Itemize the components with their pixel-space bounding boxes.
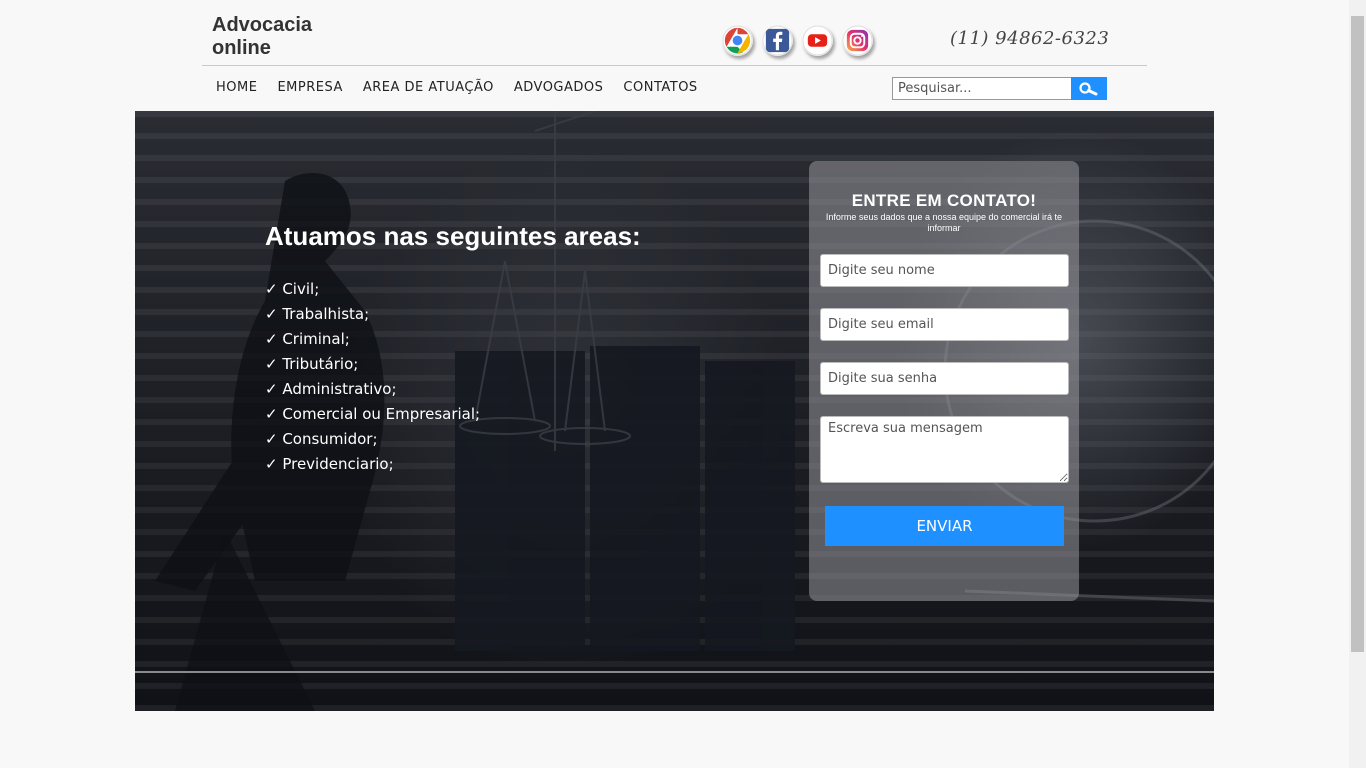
hero-divider xyxy=(135,671,1214,673)
nav-item-home[interactable]: HOME xyxy=(216,80,257,95)
main-nav: HOME EMPRESA AREA DE ATUAÇÃO ADVOGADOS C… xyxy=(216,80,698,95)
list-item: ✓ Comercial ou Empresarial; xyxy=(265,405,481,423)
list-item: ✓ Criminal; xyxy=(265,330,350,348)
send-button[interactable]: ENVIAR xyxy=(825,506,1064,546)
social-links xyxy=(722,25,873,56)
areas-list: ✓ Civil; ✓ Trabalhista; ✓ Criminal; ✓ Tr… xyxy=(265,277,480,477)
scrollbar-thumb[interactable] xyxy=(1351,16,1364,652)
list-item: ✓ Tributário; xyxy=(265,355,359,373)
chrome-icon[interactable] xyxy=(722,25,753,56)
list-item: ✓ Trabalhista; xyxy=(265,305,370,323)
phone-number: (11) 94862-6323 xyxy=(950,28,1110,49)
search-input[interactable] xyxy=(892,77,1072,100)
list-item: ✓ Administrativo; xyxy=(265,380,397,398)
site-header: Advocacia online (11) 94862-6323 xyxy=(202,0,1147,66)
logo-line-2: online xyxy=(212,37,271,59)
nav-item-empresa[interactable]: EMPRESA xyxy=(277,80,342,95)
contact-form-subtitle: Informe seus dados que a nossa equipe do… xyxy=(825,212,1063,233)
list-item: ✓ Consumidor; xyxy=(265,430,378,448)
search-icon xyxy=(1079,81,1098,95)
hero-section: Atuamos nas seguintes areas: ✓ Civil; ✓ … xyxy=(135,111,1214,711)
message-field[interactable] xyxy=(820,416,1069,483)
logo-line-1: Advocacia xyxy=(212,14,313,36)
instagram-icon[interactable] xyxy=(842,25,873,56)
site-logo[interactable]: Advocacia online xyxy=(212,14,312,60)
page-scrollbar[interactable] xyxy=(1349,0,1366,768)
search-button[interactable] xyxy=(1071,77,1107,100)
nav-item-advogados[interactable]: ADVOGADOS xyxy=(514,80,604,95)
nav-item-area-de-atuacao[interactable]: AREA DE ATUAÇÃO xyxy=(363,80,494,95)
nav-item-contatos[interactable]: CONTATOS xyxy=(623,80,697,95)
password-field[interactable] xyxy=(820,362,1069,395)
contact-form-title: ENTRE EM CONTATO! xyxy=(851,191,1037,210)
youtube-icon[interactable] xyxy=(802,25,833,56)
list-item: ✓ Civil; xyxy=(265,280,320,298)
email-field[interactable] xyxy=(820,308,1069,341)
name-field[interactable] xyxy=(820,254,1069,287)
facebook-icon[interactable] xyxy=(762,25,793,56)
contact-form: ENTRE EM CONTATO! Informe seus dados que… xyxy=(809,161,1079,601)
list-item: ✓ Previdenciario; xyxy=(265,455,394,473)
areas-title: Atuamos nas seguintes areas: xyxy=(265,221,641,251)
